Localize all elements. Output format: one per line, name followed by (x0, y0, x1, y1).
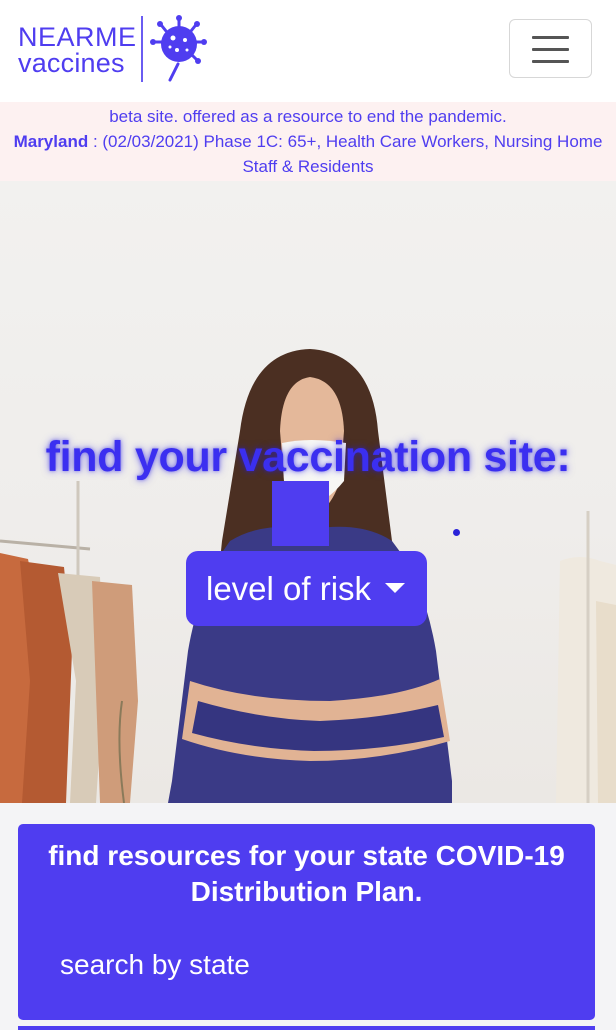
alert-beta-notice: beta site. offered as a resource to end … (109, 107, 507, 126)
logo-text: NEARME vaccines (18, 22, 137, 78)
resources-title: find resources for your state COVID-19 D… (48, 840, 565, 907)
alert-state-name: Maryland (13, 132, 89, 151)
logo-divider (141, 16, 143, 82)
level-of-risk-dropdown[interactable]: level of risk (186, 551, 427, 626)
alert-state-message: : (02/03/2021) Phase 1C: 65+, Health Car… (88, 132, 603, 176)
hero-section: find your vaccination site: level of ris… (0, 181, 616, 803)
next-card-edge (18, 1026, 595, 1030)
state-search-input[interactable]: search by state (40, 934, 570, 994)
menu-toggle-button[interactable] (509, 19, 592, 78)
brand-logo[interactable]: NEARME vaccines (18, 14, 208, 86)
hero-accent-dot (453, 529, 460, 536)
hero-accent-square (272, 481, 329, 546)
logo-line-2: vaccines (18, 48, 125, 78)
alert-state-update: Maryland : (02/03/2021) Phase 1C: 65+, H… (0, 129, 616, 179)
menu-icon-bar-3 (532, 60, 569, 63)
alert-banner: beta site. offered as a resource to end … (0, 102, 616, 181)
hero-title: find your vaccination site: (45, 433, 571, 481)
state-search-placeholder: search by state (60, 949, 250, 980)
virus-magnifier-icon (150, 15, 207, 82)
resources-card: find resources for your state COVID-19 D… (18, 824, 595, 1020)
caret-down-icon (385, 583, 405, 593)
menu-icon (532, 36, 569, 39)
menu-icon-bar-2 (532, 48, 569, 51)
logo-line-1: NEARME (18, 22, 137, 52)
level-of-risk-label: level of risk (206, 570, 372, 607)
navbar: NEARME vaccines (0, 0, 616, 102)
